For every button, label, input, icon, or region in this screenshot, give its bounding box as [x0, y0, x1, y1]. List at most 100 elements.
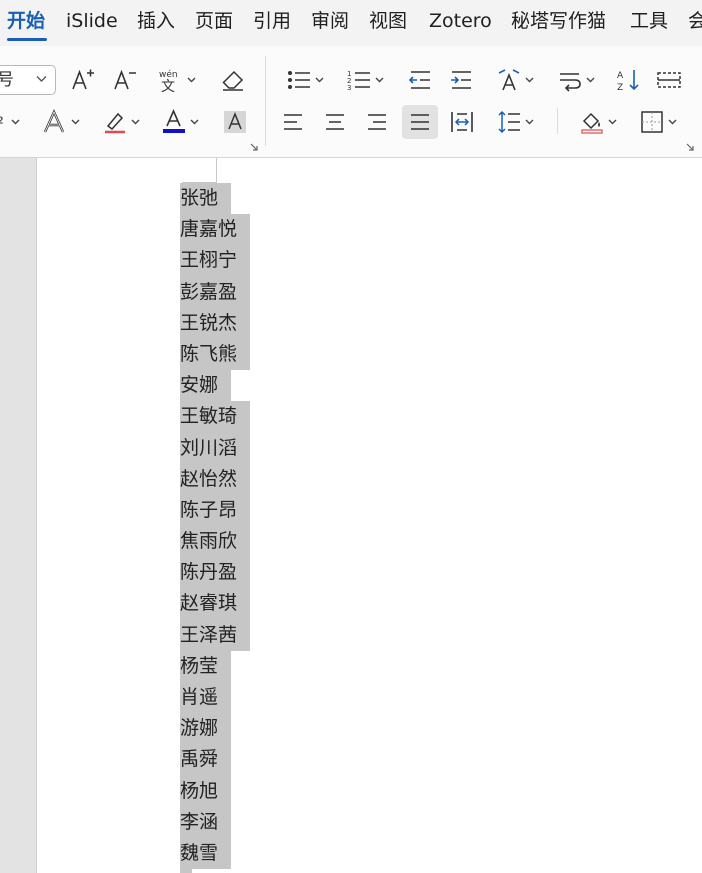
- text-direction-button[interactable]: [492, 63, 538, 97]
- numbered-list-icon: 1 2 3: [347, 70, 370, 92]
- superscript-glyph: ²: [0, 114, 4, 134]
- document-line[interactable]: 肖遥: [180, 682, 250, 714]
- ribbon: 号 wén 文 ²: [0, 46, 702, 158]
- tab-references[interactable]: 引用: [253, 6, 291, 36]
- tab-zotero[interactable]: Zotero: [429, 6, 492, 36]
- svg-text:Z: Z: [617, 83, 623, 93]
- distributed-button[interactable]: [444, 105, 480, 139]
- document-line[interactable]: 王泽茜: [180, 619, 251, 651]
- borders-button[interactable]: [634, 105, 682, 139]
- align-right-button[interactable]: [360, 105, 394, 139]
- document-page[interactable]: [36, 158, 702, 873]
- numbered-list-button[interactable]: 1 2 3: [342, 63, 388, 97]
- font-color-icon: [163, 109, 185, 133]
- chevron-down-icon: [187, 77, 196, 83]
- document-line[interactable]: 张弛: [180, 183, 250, 215]
- tab-islide[interactable]: iSlide: [66, 6, 118, 36]
- sort-button[interactable]: A Z: [612, 63, 646, 97]
- tab-writing-cat[interactable]: 秘塔写作猫: [511, 6, 606, 36]
- document-line[interactable]: 陈子昂: [180, 494, 251, 527]
- font-dialog-launcher-icon[interactable]: [249, 142, 259, 152]
- increase-indent-icon: [451, 71, 471, 89]
- tab-page[interactable]: 页面: [195, 6, 233, 36]
- decrease-indent-button[interactable]: [403, 63, 437, 97]
- tab-review[interactable]: 审阅: [311, 6, 349, 36]
- document-line[interactable]: 禹舜: [180, 744, 250, 776]
- tab-insert[interactable]: 插入: [137, 6, 175, 36]
- document-line[interactable]: 赵怡然: [180, 463, 251, 495]
- chevron-down-icon: [36, 76, 47, 82]
- bullet-list-button[interactable]: [282, 63, 328, 97]
- phonetic-guide-button[interactable]: wén 文: [154, 63, 200, 97]
- selected-text: 禹舜: [180, 744, 232, 776]
- align-right-icon: [368, 114, 386, 130]
- selected-text: 李涵: [180, 806, 232, 838]
- phonetic-guide-icon: wén 文: [159, 69, 178, 93]
- chevron-down-icon: [586, 77, 595, 83]
- line-spacing-icon: [498, 110, 520, 134]
- tab-view[interactable]: 视图: [369, 6, 407, 36]
- line-break-button[interactable]: [553, 63, 599, 97]
- selected-text: 赵睿琪: [180, 588, 251, 620]
- align-left-button[interactable]: [276, 105, 310, 139]
- chevron-down-icon: [608, 119, 617, 125]
- decrease-font-size-button[interactable]: [108, 63, 142, 97]
- chevron-down-icon: [315, 77, 324, 83]
- increase-indent-button[interactable]: [444, 63, 478, 97]
- document-line[interactable]: 赵睿琪: [180, 588, 251, 620]
- selected-text: 肖遥: [180, 682, 232, 714]
- document-line[interactable]: 游娜: [180, 713, 250, 745]
- selected-text: 刘川滔: [180, 432, 251, 464]
- selected-text: 陈丹盈: [180, 557, 251, 589]
- character-shading-icon: [224, 111, 246, 133]
- chevron-down-icon: [525, 119, 534, 125]
- name-list[interactable]: 张弛 唐嘉悦 王栩宁 彭嘉盈 王锐杰 陈飞熊 安娜 王敏琦 刘川滔 赵怡然 陈子昂 焦雨欣 陈丹盈 赵睿琪…: [180, 183, 251, 870]
- table-button[interactable]: [652, 63, 686, 97]
- line-spacing-button[interactable]: [492, 105, 538, 139]
- selected-text: 唐嘉悦: [180, 214, 251, 246]
- clear-formatting-button[interactable]: [216, 63, 250, 97]
- document-line[interactable]: 刘川滔: [180, 432, 251, 464]
- document-line[interactable]: 陈丹盈: [180, 557, 251, 589]
- font-color-button[interactable]: [157, 105, 203, 139]
- document-line[interactable]: 王栩宁: [180, 245, 251, 277]
- chevron-down-icon: [131, 119, 140, 125]
- superscript-dropdown[interactable]: [6, 105, 24, 139]
- align-center-button[interactable]: [318, 105, 352, 139]
- document-line[interactable]: 杨莹: [180, 650, 250, 682]
- font-size-select[interactable]: 号: [0, 65, 56, 95]
- document-line[interactable]: 李涵: [180, 806, 250, 838]
- highlight-button[interactable]: [98, 105, 144, 139]
- selected-text: 杨莹: [180, 650, 232, 682]
- margin-corner-mark: [216, 158, 217, 183]
- document-line[interactable]: 唐嘉悦: [180, 214, 251, 246]
- document-area[interactable]: 张弛 唐嘉悦 王栩宁 彭嘉盈 王锐杰 陈飞熊 安娜 王敏琦 刘川滔 赵怡然 陈子昂 焦雨欣 陈丹盈 赵睿琪…: [0, 158, 702, 873]
- document-line[interactable]: 安娜: [180, 370, 250, 402]
- tab-home[interactable]: 开始: [7, 6, 45, 36]
- selected-text: 安娜: [180, 370, 232, 402]
- document-line[interactable]: 王敏琦: [180, 401, 251, 433]
- sort-icon: A Z: [617, 70, 639, 93]
- increase-font-size-button[interactable]: [66, 63, 100, 97]
- document-line[interactable]: 焦雨欣: [180, 526, 251, 558]
- shading-button[interactable]: [574, 105, 622, 139]
- character-shading-button[interactable]: [219, 105, 251, 139]
- paragraph-dialog-launcher-icon[interactable]: [685, 142, 695, 152]
- document-line[interactable]: 陈飞熊: [180, 338, 251, 371]
- document-line[interactable]: 魏雪: [180, 837, 250, 870]
- selection-highlight-tail: [180, 869, 192, 873]
- justify-icon: [411, 114, 429, 130]
- document-line[interactable]: 彭嘉盈: [180, 276, 251, 308]
- justify-button[interactable]: [402, 105, 438, 139]
- text-effect-icon: [43, 109, 65, 133]
- borders-icon: [641, 111, 663, 133]
- document-line[interactable]: 王锐杰: [180, 307, 251, 339]
- shading-icon: [581, 112, 603, 134]
- tab-tools[interactable]: 工具: [630, 6, 668, 36]
- selected-text: 王锐杰: [180, 307, 251, 339]
- selected-text: 彭嘉盈: [180, 276, 251, 308]
- document-line[interactable]: 杨旭: [180, 775, 250, 807]
- selected-text: 魏雪: [180, 837, 232, 870]
- tab-member[interactable]: 会: [688, 6, 702, 36]
- text-effect-button[interactable]: [38, 105, 84, 139]
